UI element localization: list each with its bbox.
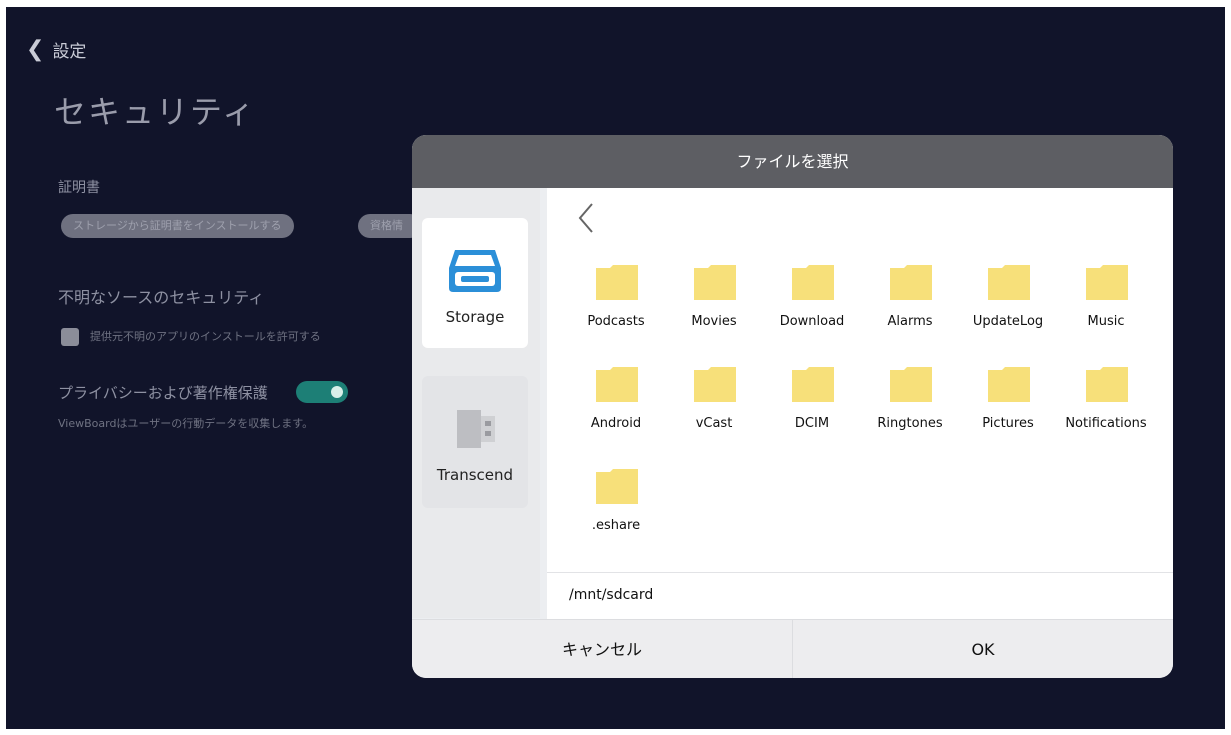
folder-icon <box>596 469 638 504</box>
unknown-sources-title: 不明なソースのセキュリティ <box>58 288 265 307</box>
folder-icon <box>1086 265 1128 300</box>
folder-icon <box>988 367 1030 402</box>
folder-item[interactable]: .eshare <box>567 468 665 538</box>
file-browser: Podcasts Movies Download Alarms UpdateLo… <box>547 188 1173 572</box>
folder-item[interactable]: UpdateLog <box>959 264 1057 334</box>
source-transcend[interactable]: Transcend <box>422 376 528 508</box>
page-title: セキュリティ <box>54 93 257 131</box>
folder-icon <box>694 367 736 402</box>
folder-name: Movies <box>691 314 737 329</box>
source-sidebar: Storage Transcend <box>412 188 540 618</box>
source-storage[interactable]: Storage <box>422 218 528 348</box>
privacy-description: ViewBoardはユーザーの行動データを収集します。 <box>58 417 314 430</box>
folder-name: Pictures <box>982 416 1034 431</box>
usb-drive-icon <box>457 410 495 448</box>
folder-name: Podcasts <box>587 314 645 329</box>
folder-name: Notifications <box>1065 416 1147 431</box>
folder-icon <box>890 367 932 402</box>
folder-item[interactable]: DCIM <box>763 366 861 436</box>
source-label: Storage <box>445 308 505 326</box>
folder-name: Android <box>590 416 642 431</box>
file-picker-dialog: ファイルを選択 Storage Transcend Podcasts Movie… <box>412 135 1173 678</box>
current-path: /mnt/sdcard <box>569 587 654 603</box>
folder-name: DCIM <box>794 416 830 431</box>
folder-item[interactable]: Ringtones <box>861 366 959 436</box>
unknown-sources-checkbox[interactable] <box>61 328 79 346</box>
folder-icon <box>890 265 932 300</box>
folder-name: Music <box>1087 314 1125 329</box>
folder-icon <box>792 367 834 402</box>
folder-icon <box>596 265 638 300</box>
folder-item[interactable]: vCast <box>665 366 763 436</box>
folder-icon <box>694 265 736 300</box>
folder-icon <box>1086 367 1128 402</box>
folder-item[interactable]: Android <box>567 366 665 436</box>
folder-name: vCast <box>695 416 733 431</box>
navigate-up-icon[interactable] <box>572 198 602 238</box>
folder-item[interactable]: Pictures <box>959 366 1057 436</box>
path-bar: /mnt/sdcard <box>547 572 1173 619</box>
folder-item[interactable]: Music <box>1057 264 1155 334</box>
folder-item[interactable]: Notifications <box>1057 366 1155 436</box>
unknown-sources-label: 提供元不明のアプリのインストールを許可する <box>90 330 321 343</box>
dialog-buttons: キャンセル OK <box>412 619 1173 678</box>
folder-name: UpdateLog <box>972 314 1044 329</box>
folder-icon <box>988 265 1030 300</box>
install-certificate-button[interactable]: ストレージから証明書をインストールする <box>61 214 294 238</box>
chevron-left-icon: ❮ <box>26 36 45 62</box>
dialog-title: ファイルを選択 <box>736 152 849 171</box>
back-label: 設定 <box>52 42 87 62</box>
folder-item[interactable]: Podcasts <box>567 264 665 334</box>
folder-grid: Podcasts Movies Download Alarms UpdateLo… <box>567 264 1167 538</box>
folder-item[interactable]: Movies <box>665 264 763 334</box>
source-label: Transcend <box>436 466 514 484</box>
settings-screen: ❮ 設定 セキュリティ 証明書 ストレージから証明書をインストールする 資格情 … <box>6 7 1225 729</box>
dialog-header: ファイルを選択 <box>412 135 1173 188</box>
back-button[interactable]: ❮ 設定 <box>26 37 86 62</box>
certificates-section-title: 証明書 <box>58 180 100 196</box>
folder-name: Alarms <box>887 314 933 329</box>
toggle-knob <box>331 386 343 398</box>
folder-icon <box>596 367 638 402</box>
folder-name: Ringtones <box>877 416 943 431</box>
privacy-title: プライバシーおよび著作権保護 <box>58 384 268 402</box>
storage-icon <box>449 250 501 292</box>
privacy-toggle[interactable] <box>296 381 348 403</box>
cancel-button[interactable]: キャンセル <box>412 620 792 678</box>
folder-item[interactable]: Download <box>763 264 861 334</box>
folder-icon <box>792 265 834 300</box>
folder-name: .eshare <box>591 518 641 533</box>
folder-item[interactable]: Alarms <box>861 264 959 334</box>
ok-button[interactable]: OK <box>793 620 1173 678</box>
folder-name: Download <box>779 314 845 329</box>
